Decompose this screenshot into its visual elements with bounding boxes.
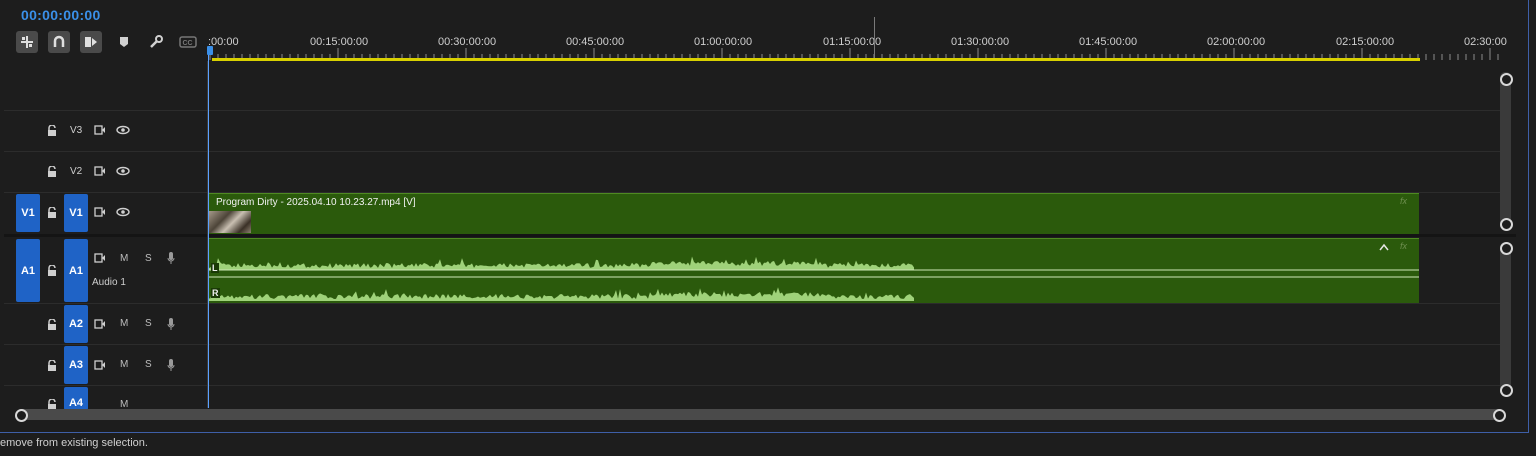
ruler-label: 02:00:00:00 bbox=[1207, 36, 1266, 48]
snap-magnet-icon[interactable] bbox=[48, 31, 70, 53]
track-divider bbox=[4, 151, 1500, 152]
ruler-label: 00:15:00:00 bbox=[310, 36, 369, 48]
track-target-a1[interactable]: A1 bbox=[64, 239, 88, 302]
track-divider bbox=[4, 303, 1500, 304]
scroll-knob[interactable] bbox=[1493, 409, 1506, 422]
scroll-knob[interactable] bbox=[1500, 242, 1513, 255]
track-target-a2[interactable]: A2 bbox=[64, 305, 88, 343]
ruler-label: 01:00:00:00 bbox=[694, 36, 753, 48]
playhead-handle[interactable] bbox=[207, 46, 213, 55]
insert-edit-icon[interactable] bbox=[16, 31, 38, 53]
sync-lock-icon[interactable] bbox=[93, 360, 106, 370]
lock-icon[interactable] bbox=[46, 359, 58, 371]
audio-vertical-scrollbar[interactable] bbox=[1500, 242, 1511, 396]
ruler-label: 02:30:00 bbox=[1464, 36, 1507, 48]
channel-left-label: L bbox=[211, 263, 219, 273]
ruler-current-marker bbox=[874, 17, 875, 59]
sync-lock-icon[interactable] bbox=[93, 253, 106, 263]
timeline-panel: 00:00:00:00 CC :00:00 00:15:00:00 00:30:… bbox=[0, 0, 1529, 433]
eye-icon[interactable] bbox=[116, 207, 130, 217]
clip-thumbnail bbox=[209, 211, 251, 233]
solo-button[interactable]: S bbox=[145, 253, 152, 264]
lock-icon[interactable] bbox=[46, 318, 58, 330]
audio-clip[interactable]: L R fx bbox=[208, 238, 1419, 303]
settings-wrench-icon[interactable] bbox=[145, 31, 167, 53]
track-label-v3: V3 bbox=[70, 125, 83, 136]
lock-icon[interactable] bbox=[46, 206, 58, 218]
track-target-v1[interactable]: V1 bbox=[64, 194, 88, 232]
ruler-label: 01:45:00:00 bbox=[1079, 36, 1138, 48]
ruler-label: 00:45:00:00 bbox=[566, 36, 625, 48]
video-clip[interactable]: Program Dirty - 2025.04.10 10.23.27.mp4 … bbox=[208, 193, 1419, 234]
ruler-label: 00:30:00:00 bbox=[438, 36, 497, 48]
svg-text:CC: CC bbox=[183, 40, 193, 47]
add-marker-icon[interactable] bbox=[113, 31, 135, 53]
track-target-a3[interactable]: A3 bbox=[64, 346, 88, 384]
audio-waveform bbox=[208, 256, 1419, 301]
mute-button[interactable]: M bbox=[120, 253, 128, 264]
scroll-knob[interactable] bbox=[1500, 218, 1513, 231]
microphone-icon[interactable] bbox=[166, 317, 176, 331]
playhead-line[interactable] bbox=[208, 46, 209, 408]
sync-lock-icon[interactable] bbox=[93, 207, 106, 217]
ruler-label: 01:30:00:00 bbox=[951, 36, 1010, 48]
channel-right-label: R bbox=[211, 288, 220, 298]
lock-icon[interactable] bbox=[46, 399, 58, 409]
lock-icon[interactable] bbox=[46, 264, 58, 276]
clip-title: Program Dirty - 2025.04.10 10.23.27.mp4 … bbox=[216, 197, 416, 208]
scroll-knob[interactable] bbox=[1500, 384, 1513, 397]
mute-button[interactable]: M bbox=[120, 318, 128, 329]
track-divider bbox=[4, 385, 1500, 386]
video-audio-divider[interactable] bbox=[4, 234, 1516, 237]
waveform-channel bbox=[208, 287, 914, 301]
captions-icon[interactable]: CC bbox=[177, 31, 199, 53]
audio-gain-icon[interactable] bbox=[1378, 242, 1390, 252]
eye-icon[interactable] bbox=[116, 166, 130, 176]
track-divider bbox=[4, 110, 1500, 111]
source-patch-v1[interactable]: V1 bbox=[16, 194, 40, 232]
fx-badge[interactable]: fx bbox=[1400, 241, 1407, 251]
waveform-channel bbox=[208, 256, 914, 270]
ruler-label: 02:15:00:00 bbox=[1336, 36, 1395, 48]
track-label-v2: V2 bbox=[70, 166, 83, 177]
fx-badge[interactable]: fx bbox=[1400, 196, 1407, 206]
linked-selection-icon[interactable] bbox=[80, 31, 102, 53]
lock-icon[interactable] bbox=[46, 124, 58, 136]
microphone-icon[interactable] bbox=[166, 358, 176, 372]
video-vertical-scrollbar[interactable] bbox=[1500, 72, 1511, 230]
lock-icon[interactable] bbox=[46, 165, 58, 177]
work-area-bar[interactable] bbox=[212, 58, 1420, 61]
status-bar-text: emove from existing selection. bbox=[0, 437, 148, 449]
track-divider bbox=[4, 344, 1500, 345]
solo-button[interactable]: S bbox=[145, 318, 152, 329]
mute-button[interactable]: M bbox=[120, 359, 128, 370]
sync-lock-icon[interactable] bbox=[93, 125, 106, 135]
scroll-knob[interactable] bbox=[1500, 73, 1513, 86]
solo-button[interactable]: S bbox=[145, 359, 152, 370]
horizontal-zoom-scrollbar[interactable] bbox=[16, 409, 1504, 420]
sync-lock-icon[interactable] bbox=[93, 166, 106, 176]
ruler-label: 01:15:00:00 bbox=[823, 36, 882, 48]
sync-lock-icon[interactable] bbox=[93, 319, 106, 329]
playhead-timecode[interactable]: 00:00:00:00 bbox=[21, 7, 101, 23]
track-target-a4[interactable]: A4 bbox=[64, 387, 88, 410]
track-name-audio-1: Audio 1 bbox=[92, 277, 126, 288]
scroll-knob[interactable] bbox=[15, 409, 28, 422]
eye-icon[interactable] bbox=[116, 125, 130, 135]
microphone-icon[interactable] bbox=[166, 251, 176, 265]
source-patch-a1[interactable]: A1 bbox=[16, 239, 40, 302]
